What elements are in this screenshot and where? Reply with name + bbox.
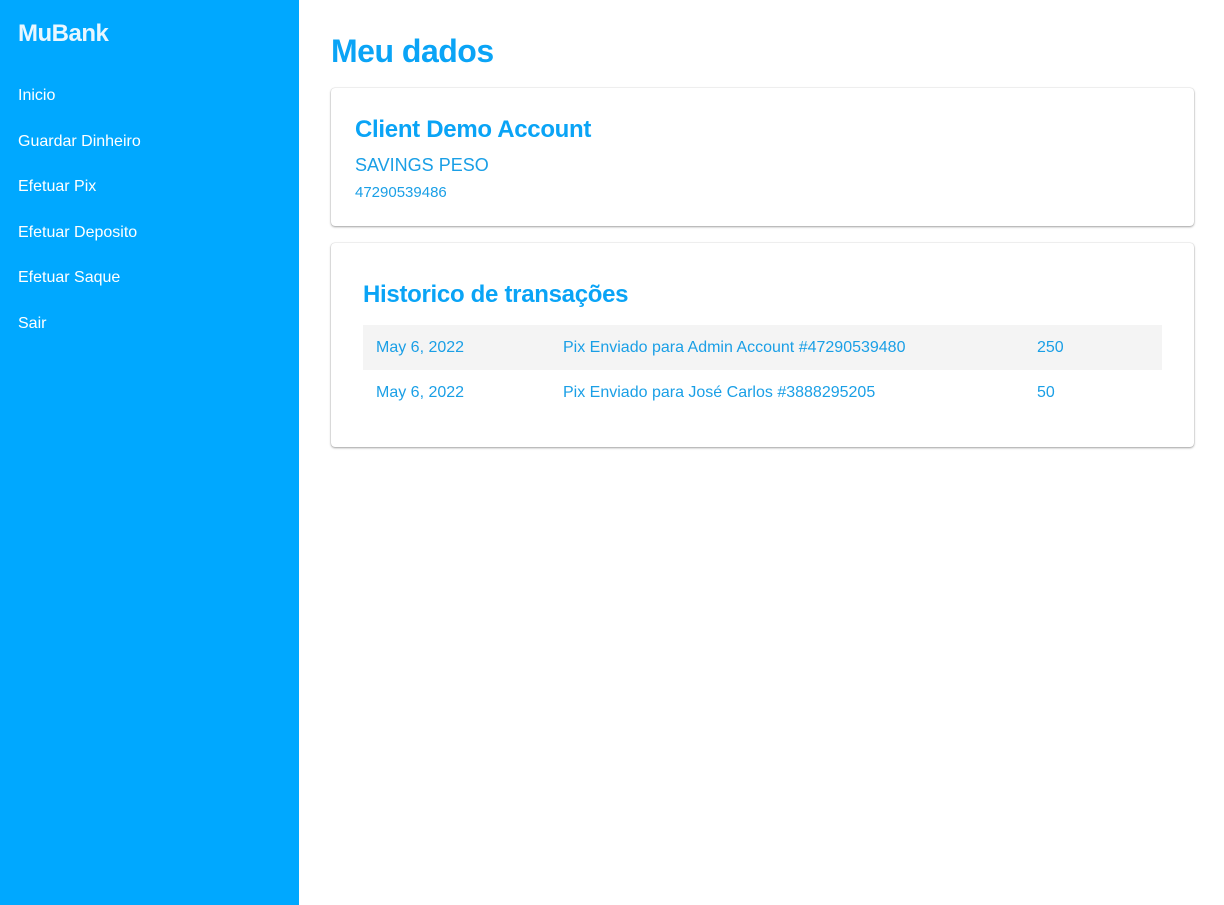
table-row: May 6, 2022 Pix Enviado para Admin Accou…	[363, 325, 1162, 370]
account-number: 47290539486	[355, 184, 447, 201]
sidebar-item-sair[interactable]: Sair	[0, 313, 299, 359]
account-name: Client Demo Account	[355, 116, 592, 143]
transaction-history-card: Historico de transações May 6, 2022 Pix …	[331, 243, 1194, 447]
sidebar-item-efetuar-deposito[interactable]: Efetuar Deposito	[0, 222, 299, 268]
transaction-table: May 6, 2022 Pix Enviado para Admin Accou…	[363, 325, 1162, 415]
transaction-date: May 6, 2022	[376, 383, 465, 401]
account-card: Client Demo Account SAVINGS PESO 4729053…	[331, 88, 1194, 226]
transaction-description: Pix Enviado para Admin Account #47290539…	[563, 338, 906, 356]
transaction-date: May 6, 2022	[376, 338, 465, 356]
sidebar-item-efetuar-pix[interactable]: Efetuar Pix	[0, 176, 299, 222]
sidebar-item-inicio[interactable]: Inicio	[0, 85, 299, 131]
account-type: SAVINGS PESO	[355, 155, 489, 175]
transaction-description: Pix Enviado para José Carlos #3888295205	[563, 383, 876, 401]
sidebar-nav: Inicio Guardar Dinheiro Efetuar Pix Efet…	[0, 85, 299, 359]
page-title: Meu dados	[331, 33, 494, 69]
table-row: May 6, 2022 Pix Enviado para José Carlos…	[363, 370, 1162, 415]
brand-logo[interactable]: MuBank	[18, 20, 109, 48]
sidebar: MuBank Inicio Guardar Dinheiro Efetuar P…	[0, 0, 299, 905]
sidebar-item-efetuar-saque[interactable]: Efetuar Saque	[0, 267, 299, 313]
transaction-amount: 50	[1037, 383, 1055, 401]
transaction-history-title: Historico de transações	[363, 281, 629, 308]
sidebar-item-guardar-dinheiro[interactable]: Guardar Dinheiro	[0, 131, 299, 177]
main-content: Meu dados Client Demo Account SAVINGS PE…	[299, 0, 1224, 905]
transaction-amount: 250	[1037, 338, 1064, 356]
